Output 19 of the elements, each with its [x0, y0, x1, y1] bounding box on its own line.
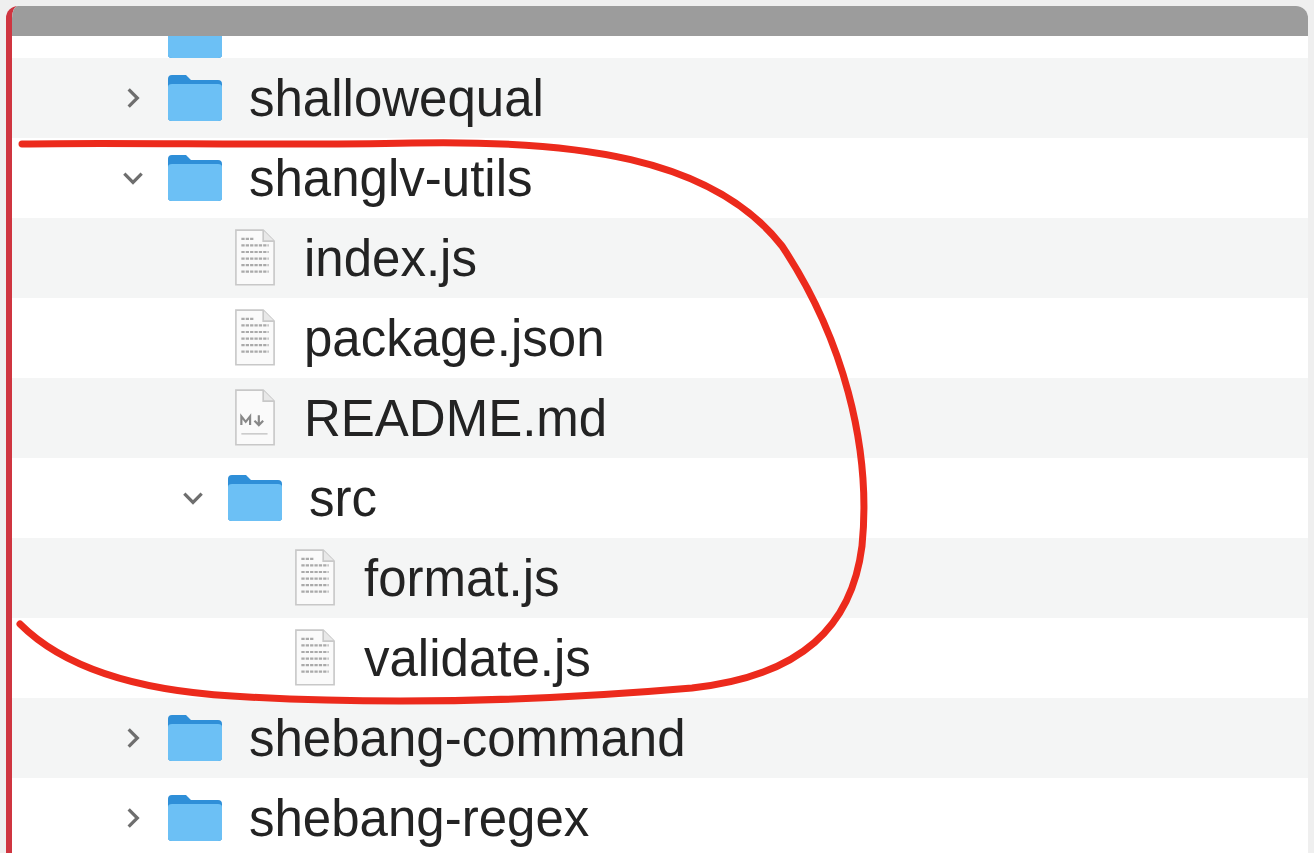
item-name[interactable]: src [309, 468, 377, 528]
item-name[interactable]: package.json [304, 308, 605, 368]
item-name[interactable]: validate.js [364, 628, 591, 688]
item-name[interactable]: README.md [304, 388, 608, 448]
document-icon [292, 548, 338, 608]
item-name[interactable]: shebang-regex [249, 788, 590, 848]
document-icon [292, 628, 338, 688]
folder-icon [226, 473, 284, 523]
document-icon [232, 228, 278, 288]
folder-icon [166, 73, 224, 123]
item-name[interactable]: shallowequal [249, 68, 544, 128]
item-name[interactable]: index.js [304, 228, 477, 288]
item-name[interactable]: format.js [364, 548, 560, 608]
folder-icon [166, 713, 224, 763]
folder-icon [166, 153, 224, 203]
document-icon [232, 308, 278, 368]
folder-icon [166, 793, 224, 843]
item-name[interactable]: shanglv-utils [249, 148, 533, 208]
markdown-file-icon [232, 388, 278, 448]
